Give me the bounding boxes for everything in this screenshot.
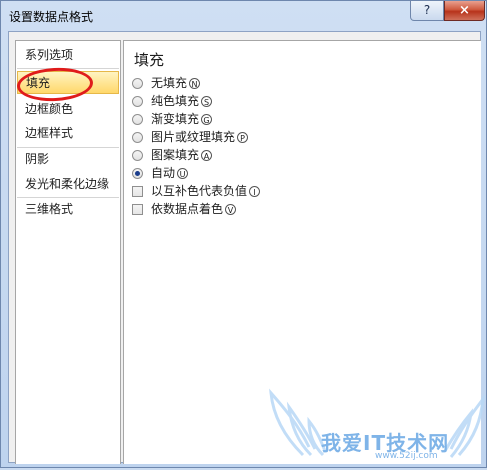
close-button[interactable]: × (444, 1, 485, 21)
access-key: G (201, 113, 213, 125)
category-sidebar: 系列选项 填充 边框颜色 边框样式 阴影 发光和柔化边缘 三维格式 (15, 40, 121, 464)
option-label: 自动 (151, 166, 176, 180)
format-data-point-dialog: 设置数据点格式 ? × 系列选项 填充 边框颜色 边框样式 阴影 发光和柔化边缘… (0, 0, 487, 468)
access-key: N (189, 77, 201, 89)
sidebar-item-series-options[interactable]: 系列选项 (17, 44, 119, 67)
help-button[interactable]: ? (410, 1, 444, 21)
dialog-title: 设置数据点格式 (9, 10, 94, 24)
checkbox-invert-if-negative[interactable]: 以互补色代表负值 I (132, 183, 261, 199)
radio-button[interactable] (132, 77, 143, 89)
radio-button-selected[interactable] (132, 167, 143, 179)
sidebar-item-3d-format[interactable]: 三维格式 (17, 198, 119, 221)
checkbox-vary-colors-by-point[interactable]: 依数据点着色 V (132, 201, 237, 217)
radio-button[interactable] (132, 149, 143, 161)
access-key: U (177, 167, 189, 179)
sidebar-item-border-color[interactable]: 边框颜色 (17, 98, 119, 121)
sidebar-item-shadow[interactable]: 阴影 (17, 148, 119, 171)
radio-no-fill[interactable]: 无填充 N (132, 75, 201, 91)
option-label: 无填充 (151, 76, 188, 90)
access-key: A (201, 149, 213, 161)
radio-pattern-fill[interactable]: 图案填充 A (132, 147, 213, 163)
access-key: V (225, 203, 237, 215)
option-label: 纯色填充 (151, 94, 200, 108)
radio-button[interactable] (132, 131, 143, 143)
radio-automatic[interactable]: 自动 U (132, 165, 189, 181)
sidebar-item-border-style[interactable]: 边框样式 (17, 122, 119, 145)
panel-title: 填充 (134, 51, 165, 69)
radio-solid-fill[interactable]: 纯色填充 S (132, 93, 213, 109)
radio-picture-texture-fill[interactable]: 图片或纹理填充 P (132, 129, 249, 145)
title-bar[interactable]: 设置数据点格式 ? × (1, 1, 486, 31)
watermark-url: www.52ij.com (375, 451, 438, 461)
sidebar-item-glow-soft-edges[interactable]: 发光和柔化边缘 (17, 173, 119, 196)
option-label: 以互补色代表负值 (151, 184, 248, 198)
radio-gradient-fill[interactable]: 渐变填充 G (132, 111, 213, 127)
radio-button[interactable] (132, 95, 143, 107)
checkbox[interactable] (132, 203, 143, 215)
option-label: 渐变填充 (151, 112, 200, 126)
option-label: 图片或纹理填充 (151, 130, 236, 144)
access-key: S (201, 95, 213, 107)
radio-button[interactable] (132, 113, 143, 125)
checkbox[interactable] (132, 185, 143, 197)
site-watermark: 我爱IT技术网 www.52ij.com (263, 385, 486, 467)
option-label: 依数据点着色 (151, 202, 224, 216)
access-key: P (237, 131, 249, 143)
access-key: I (249, 185, 261, 197)
option-label: 图案填充 (151, 148, 200, 162)
